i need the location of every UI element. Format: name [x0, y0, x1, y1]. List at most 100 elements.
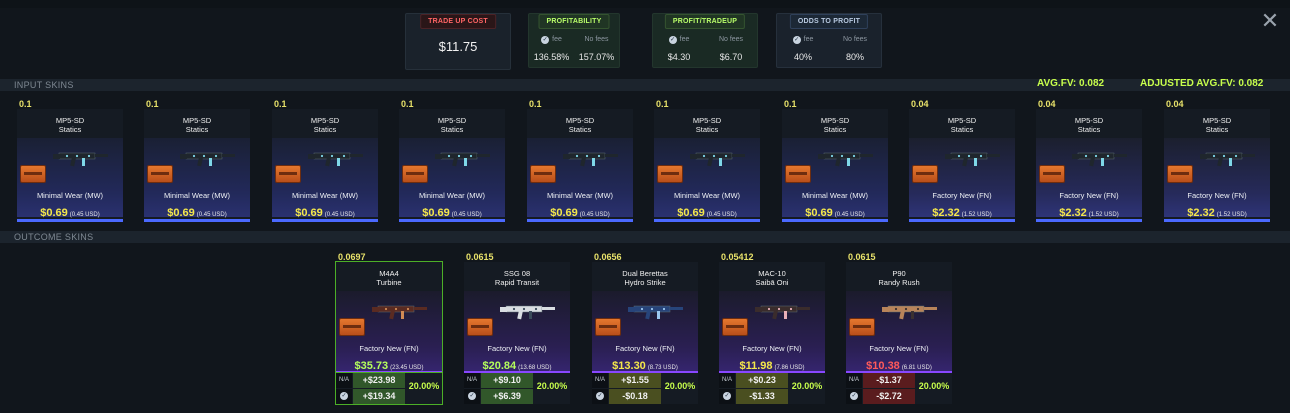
price-value: $0.69 — [677, 207, 705, 219]
skin-card[interactable]: Dual Berettas Hydro Strike Factory New (FN… — [592, 262, 698, 374]
weapon-name: MP5-SD — [182, 116, 212, 125]
skin-card[interactable]: P90 Randy Rush Factory New (FN) $10.38 (6.81… — [846, 262, 952, 374]
weapon-name: MP5-SD — [692, 116, 722, 125]
wear-label: Factory New (FN) — [869, 344, 929, 353]
nofee-label: No fees — [584, 36, 609, 43]
mp5-weapon-icon — [53, 152, 108, 167]
skin-name: Dual Berettas Hydro Strike — [592, 269, 698, 287]
weapon-name: Dual Berettas — [622, 269, 668, 278]
skin-title: Statics — [695, 125, 719, 134]
price-value: $2.32 — [932, 207, 960, 219]
case-icon — [849, 318, 875, 336]
wear-label: Factory New (FN) — [487, 344, 547, 353]
input-card[interactable]: 0.04 MP5-SD Statics Factory New (FN) $2.32 (1… — [1036, 99, 1142, 223]
skin-title: Hydro Strike — [624, 278, 666, 287]
outcome-card[interactable]: 0.0615 P90 Randy Rush Factory New (FN) $10.3… — [846, 252, 952, 406]
skin-art: Factory New (FN) $2.32 (1.52 USD) — [1036, 138, 1142, 219]
skin-card[interactable]: MAC-10 Saibā Oni Factory New (FN) $11.98 (7.… — [719, 262, 825, 374]
input-card[interactable]: 0.1 MP5-SD Statics Minimal Wear (MW) $0.69 (0… — [527, 99, 633, 223]
outcome-card[interactable]: 0.0615 SSG 08 Rapid Transit Factory New (FN… — [464, 252, 570, 406]
skin-title: Randy Rush — [878, 278, 920, 287]
mp5-weapon-icon — [1200, 152, 1255, 167]
skin-title: Turbine — [376, 278, 402, 287]
skin-name: M4A4 Turbine — [336, 269, 442, 287]
float-value: 0.1 — [529, 99, 542, 109]
skin-name: MP5-SD Statics — [1164, 116, 1270, 134]
input-card[interactable]: 0.1 MP5-SD Statics Minimal Wear (MW) $0.69 (0… — [654, 99, 760, 223]
profit-fee-value: $4.30 — [667, 52, 691, 62]
wear-label: Factory New (FN) — [1187, 191, 1247, 200]
input-card[interactable]: 0.1 MP5-SD Statics Minimal Wear (MW) $0.69 (0… — [17, 99, 123, 223]
skin-card[interactable]: MP5-SD Statics Minimal Wear (MW) $0.69 (0.45… — [782, 109, 888, 222]
skin-card[interactable]: MP5-SD Statics Minimal Wear (MW) $0.69 (0.45… — [272, 109, 378, 222]
case-icon — [1039, 165, 1065, 183]
weapon-name: MP5-SD — [1074, 116, 1104, 125]
odds-to-profit-box: ODDS TO PROFIT ✓ fee 40% No fees 80% — [776, 13, 882, 68]
odds-percent: 20.00% — [918, 381, 950, 391]
skin-art: Factory New (FN) $13.30 (8.73 USD) — [592, 291, 698, 372]
skin-card[interactable]: MP5-SD Statics Minimal Wear (MW) $0.69 (0.45… — [654, 109, 760, 222]
close-icon[interactable]: ✕ — [1260, 10, 1280, 32]
price-usd: (1.52 USD) — [961, 212, 992, 218]
price-value: $0.69 — [805, 207, 833, 219]
price-usd: (0.45 USD) — [324, 212, 355, 218]
weapon-name: MP5-SD — [565, 116, 595, 125]
skin-card[interactable]: MP5-SD Statics Factory New (FN) $2.32 (1.52 … — [1164, 109, 1270, 222]
rarity-bar — [1164, 219, 1270, 222]
input-card[interactable]: 0.1 MP5-SD Statics Minimal Wear (MW) $0.69 (0… — [782, 99, 888, 223]
case-icon — [595, 318, 621, 336]
input-card[interactable]: 0.1 MP5-SD Statics Minimal Wear (MW) $0.69 (0… — [144, 99, 250, 223]
skin-card[interactable]: MP5-SD Statics Minimal Wear (MW) $0.69 (0.45… — [399, 109, 505, 222]
input-card[interactable]: 0.04 MP5-SD Statics Factory New (FN) $2.32 (1… — [909, 99, 1015, 223]
rarity-bar — [527, 219, 633, 222]
m4a4-weapon-icon — [372, 305, 427, 320]
rarity-bar — [782, 219, 888, 222]
skin-title: Rapid Transit — [494, 278, 540, 287]
wear-label: Minimal Wear (MW) — [801, 191, 869, 200]
skin-name: MAC-10 Saibā Oni — [719, 269, 825, 287]
weapon-name: MP5-SD — [55, 116, 85, 125]
skin-card[interactable]: MP5-SD Statics Factory New (FN) $2.32 (1.52 … — [909, 109, 1015, 222]
rarity-bar — [909, 219, 1015, 222]
odds-percent: 20.00% — [791, 381, 823, 391]
input-card[interactable]: 0.1 MP5-SD Statics Minimal Wear (MW) $0.69 (0… — [272, 99, 378, 223]
steam-icon: ✓ — [464, 389, 480, 404]
fee-label: fee — [679, 36, 690, 43]
input-card[interactable]: 0.04 MP5-SD Statics Factory New (FN) $2.32 (1… — [1164, 99, 1270, 223]
skin-card[interactable]: M4A4 Turbine Factory New (FN) $35.73 (23.45 … — [335, 261, 443, 375]
skin-art: Factory New (FN) $2.32 (1.52 USD) — [1164, 138, 1270, 219]
profit-no-fee: +$0.23 — [736, 373, 788, 388]
price-value: $0.69 — [40, 207, 68, 219]
mp5-weapon-icon — [1072, 152, 1127, 167]
odds-to-profit-label: ODDS TO PROFIT — [789, 14, 869, 29]
skin-title: Statics — [568, 125, 592, 134]
input-card[interactable]: 0.1 MP5-SD Statics Minimal Wear (MW) $0.69 (0… — [399, 99, 505, 223]
rarity-bar — [272, 219, 378, 222]
outcome-card[interactable]: 0.0656 Dual Berettas Hydro Strike Factory N… — [592, 252, 698, 406]
skin-card[interactable]: MP5-SD Statics Minimal Wear (MW) $0.69 (0.45… — [17, 109, 123, 222]
case-icon — [467, 318, 493, 336]
wear-label: Minimal Wear (MW) — [418, 191, 486, 200]
no-fee-tag: N/A — [719, 373, 735, 388]
odds-fee-value: 40% — [793, 52, 812, 62]
rarity-bar — [144, 219, 250, 222]
profit-nofee-value: $6.70 — [719, 52, 743, 62]
skin-art: Factory New (FN) $11.98 (7.86 USD) — [719, 291, 825, 372]
outcome-card[interactable]: 0.05412 MAC-10 Saibā Oni Factory New (FN) $1… — [719, 252, 825, 406]
skin-card[interactable]: MP5-SD Statics Minimal Wear (MW) $0.69 (0.45… — [144, 109, 250, 222]
outcome-card[interactable]: 0.0697 M4A4 Turbine Factory New (FN) $35.73(… — [335, 252, 443, 406]
skin-name: MP5-SD Statics — [782, 116, 888, 134]
skin-card[interactable]: MP5-SD Statics Factory New (FN) $2.32 (1.52 … — [1036, 109, 1142, 222]
skin-card[interactable]: MP5-SD Statics Minimal Wear (MW) $0.69 (0.45… — [527, 109, 633, 222]
rarity-bar — [654, 219, 760, 222]
price-value: $2.32 — [1059, 207, 1087, 219]
outcome-skins-header: OUTCOME SKINS — [0, 231, 1290, 243]
skin-card[interactable]: SSG 08 Rapid Transit Factory New (FN) $20.8… — [464, 262, 570, 374]
skin-name: MP5-SD Statics — [399, 116, 505, 134]
wear-label: Minimal Wear (MW) — [163, 191, 231, 200]
mp5-weapon-icon — [435, 152, 490, 167]
mp5-weapon-icon — [690, 152, 745, 167]
skin-name: MP5-SD Statics — [17, 116, 123, 134]
rarity-bar — [17, 219, 123, 222]
trade-up-cost-label: TRADE UP COST — [420, 14, 496, 29]
